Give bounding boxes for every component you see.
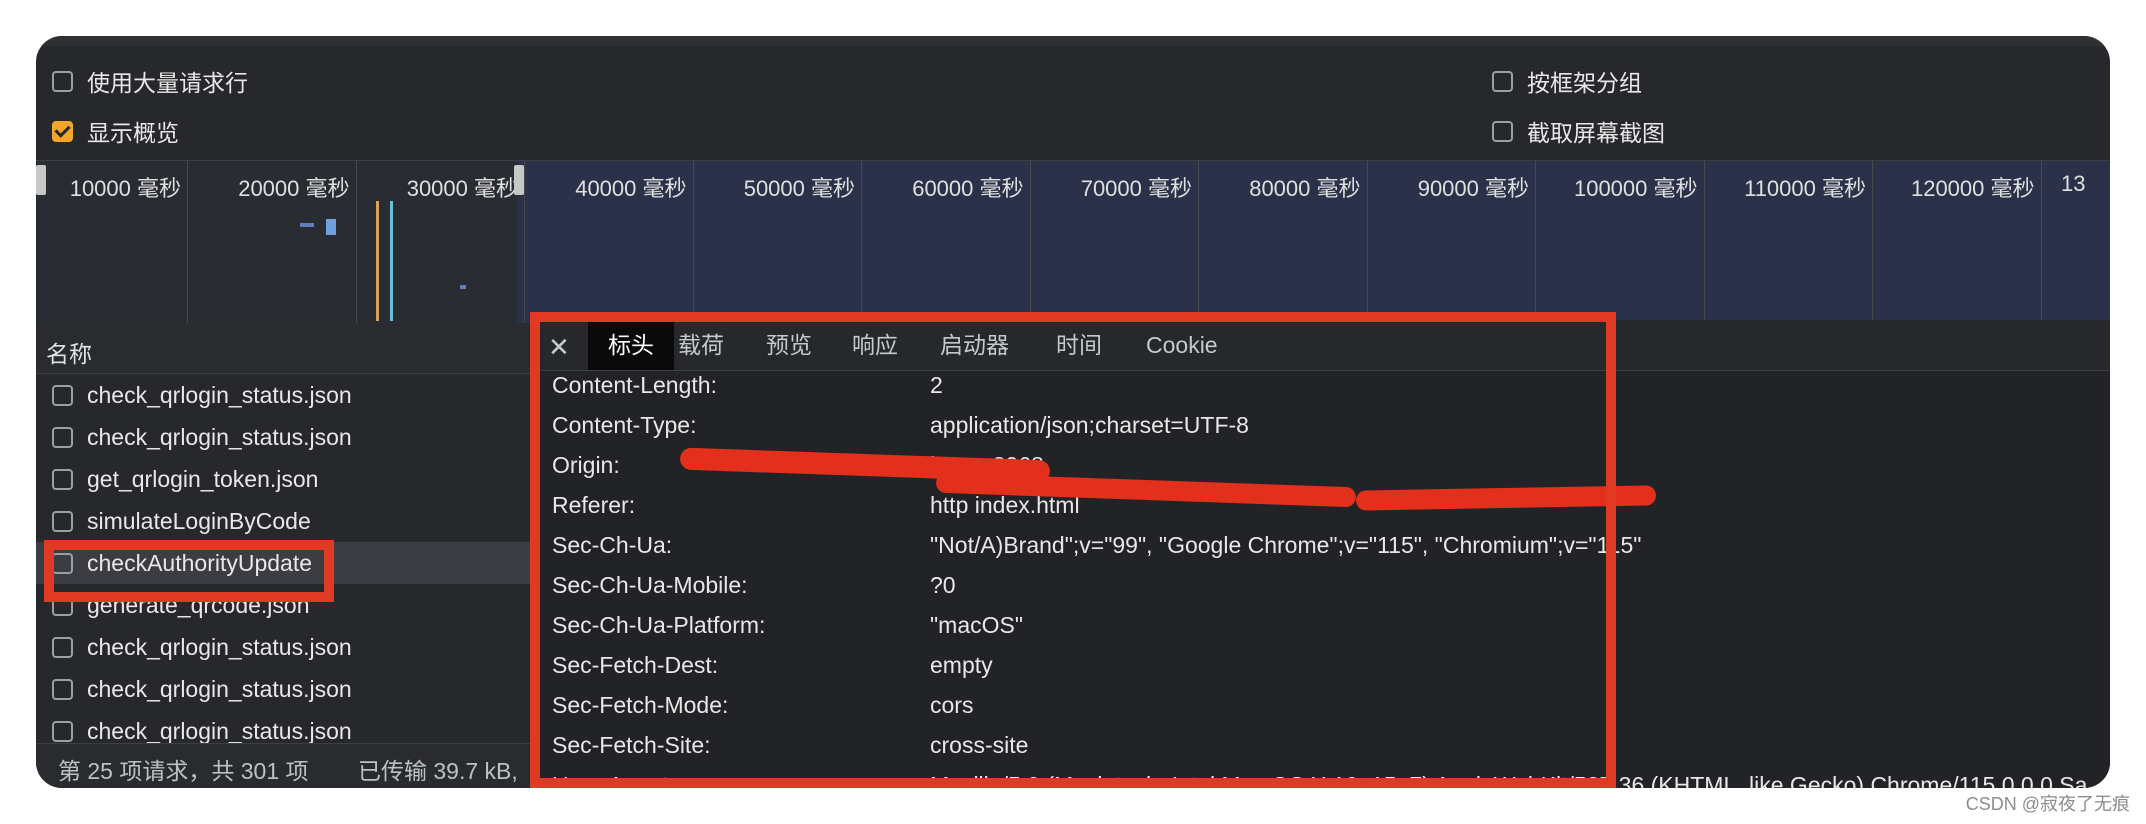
timeline-bar (326, 219, 336, 235)
timeline-tick-label: 70000 毫秒 (1080, 176, 1192, 201)
options-row-1: 使用大量请求行 按框架分组 (36, 52, 2110, 104)
annotation-box-details (530, 312, 1616, 788)
large-rows-option[interactable]: 使用大量请求行 (52, 64, 248, 98)
timeline-gridline (1029, 161, 1031, 323)
capture-screenshots-option[interactable]: 截取屏幕截图 (1492, 114, 1665, 148)
request-checkbox[interactable] (52, 678, 73, 700)
timeline-tick-label: 90000 毫秒 (1417, 176, 1529, 201)
capture-screenshots-checkbox[interactable] (1492, 120, 1513, 142)
timeline-tick-label: 30000 毫秒 (406, 176, 518, 201)
request-row[interactable]: check_qrlogin_status.json (36, 626, 536, 668)
timeline-gridline (1703, 161, 1705, 323)
request-row[interactable]: get_qrlogin_token.json (36, 458, 536, 500)
show-overview-option[interactable]: 显示概览 (52, 114, 179, 148)
timeline-gridline (524, 161, 525, 323)
timeline-gridline (1872, 161, 1873, 323)
show-overview-checkbox[interactable] (52, 120, 73, 142)
request-name: check_qrlogin_status.json (87, 381, 352, 408)
request-name: simulateLoginByCode (87, 507, 311, 534)
request-checkbox[interactable] (52, 426, 73, 448)
group-by-frame-checkbox[interactable] (1492, 70, 1513, 92)
group-by-frame-option[interactable]: 按框架分组 (1492, 64, 1642, 98)
request-checkbox[interactable] (52, 468, 73, 490)
timeline-gridline (1535, 161, 1536, 323)
request-row[interactable]: check_qrlogin_status.json (36, 374, 536, 416)
overview-left-handle[interactable] (36, 165, 46, 195)
timeline-marker (390, 201, 393, 321)
request-name: check_qrlogin_status.json (87, 675, 352, 702)
request-row[interactable]: check_qrlogin_status.json (36, 416, 536, 458)
request-name: get_qrlogin_token.json (87, 465, 319, 492)
name-header-label: 名称 (46, 341, 92, 367)
request-row[interactable]: check_qrlogin_status.json (36, 668, 536, 710)
timeline-tick-label: 50000 毫秒 (743, 176, 855, 201)
timeline-bar (300, 223, 314, 227)
request-row[interactable]: simulateLoginByCode (36, 500, 536, 542)
timeline-gridline (1198, 161, 1199, 323)
show-overview-label: 显示概览 (87, 120, 179, 146)
request-checkbox[interactable] (52, 636, 73, 658)
transferred-size: 已传输 39.7 kB, (358, 758, 518, 784)
timeline-tick-label: 110000 毫秒 (1744, 176, 1866, 201)
timeline-marker (376, 201, 379, 321)
large-rows-label: 使用大量请求行 (87, 70, 248, 96)
timeline-gridline (355, 161, 357, 323)
timeline-overview[interactable]: 10000 毫秒 20000 毫秒 30000 毫秒 40000 毫秒 50000 毫秒… (36, 160, 2110, 324)
timeline-tick-label: 60000 毫秒 (912, 176, 1024, 201)
options-row-2: 显示概览 截取屏幕截图 (36, 104, 2110, 156)
watermark: CSDN @寂夜了无痕 (1965, 794, 2130, 814)
capture-screenshots-label: 截取屏幕截图 (1527, 120, 1665, 146)
group-by-frame-label: 按框架分组 (1527, 70, 1642, 96)
toolbar-strip (36, 36, 2110, 46)
devtools-network-panel: 使用大量请求行 按框架分组 显示概览 截取屏幕截图 10000 毫秒 20000 … (36, 36, 2110, 788)
timeline-gridline (861, 161, 862, 323)
timeline-tick-label: 100000 毫秒 (1573, 176, 1698, 201)
large-rows-checkbox[interactable] (52, 70, 73, 92)
timeline-gridline (692, 161, 694, 323)
timeline-tick-label: 10000 毫秒 (69, 176, 181, 201)
request-name: check_qrlogin_status.json (87, 633, 352, 660)
timeline-tick-label: 80000 毫秒 (1249, 176, 1361, 201)
timeline-tick-label: 20000 毫秒 (238, 176, 350, 201)
timeline-bar (460, 285, 466, 289)
overview-right-handle[interactable] (514, 165, 524, 195)
timeline-gridline (1366, 161, 1368, 323)
annotation-box-request (44, 540, 334, 602)
request-checkbox[interactable] (52, 720, 73, 742)
request-count: 第 25 项请求，共 301 项 (58, 758, 309, 784)
timeline-tick-label: 120000 毫秒 (1910, 176, 2035, 201)
timeline-gridline (187, 161, 188, 323)
timeline-tick-label: 13 (2061, 171, 2086, 196)
request-name: check_qrlogin_status.json (87, 717, 352, 744)
timeline-gridline (2040, 161, 2042, 323)
request-checkbox[interactable] (52, 384, 73, 406)
request-checkbox[interactable] (52, 510, 73, 532)
timeline-tick-label: 40000 毫秒 (575, 176, 687, 201)
request-name: check_qrlogin_status.json (87, 423, 352, 450)
